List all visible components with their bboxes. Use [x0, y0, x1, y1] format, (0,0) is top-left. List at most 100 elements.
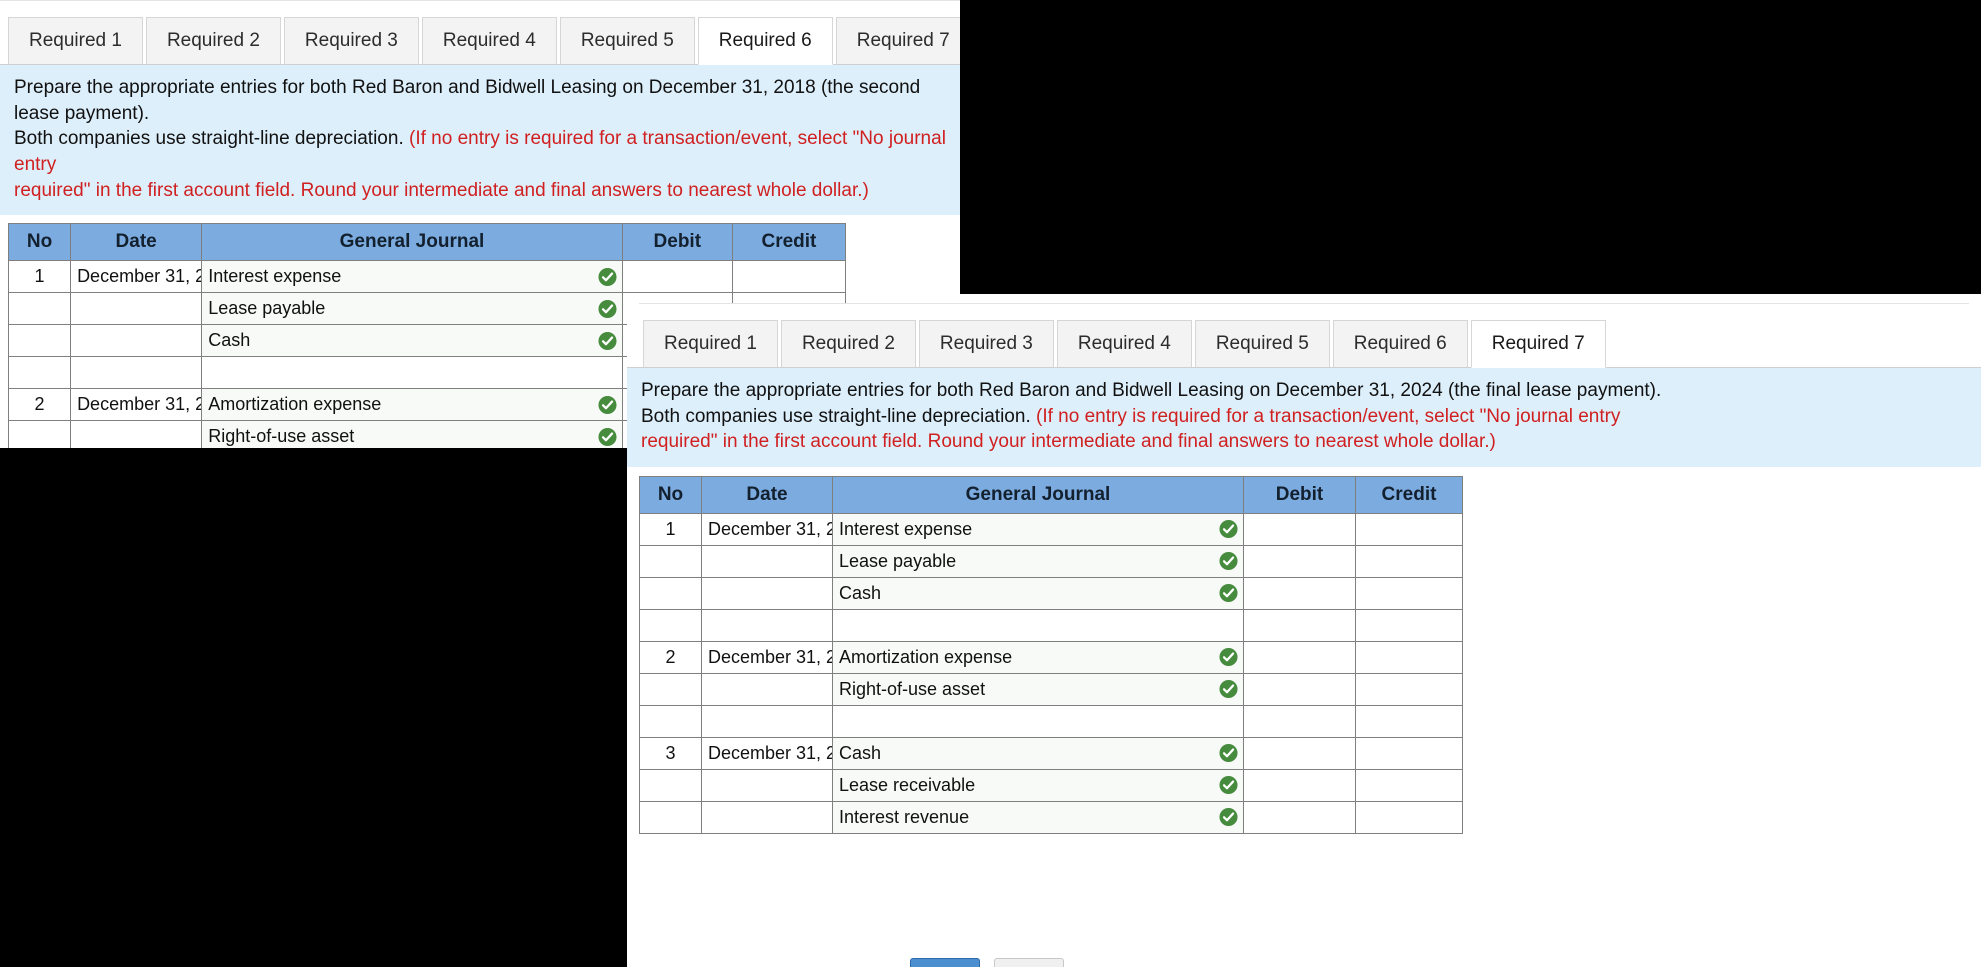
- required7-tab-5[interactable]: Required 5: [1194, 320, 1330, 368]
- required7-row[interactable]: Interest revenue: [639, 800, 1463, 834]
- required6-cell-debit[interactable]: [621, 260, 733, 294]
- required7-row[interactable]: Cash: [639, 576, 1463, 610]
- required7-cell-credit[interactable]: [1355, 544, 1463, 578]
- required7-account-label: Lease receivable: [839, 774, 976, 795]
- required7-cell-debit[interactable]: [1243, 704, 1356, 738]
- required7-row[interactable]: Lease receivable: [639, 768, 1463, 802]
- required6-tab-3[interactable]: Required 3: [283, 17, 419, 65]
- required7-cell-date[interactable]: [701, 608, 833, 642]
- required7-cell-account[interactable]: Interest expense: [832, 512, 1244, 546]
- required7-cell-account[interactable]: Right-of-use asset: [832, 672, 1244, 706]
- required6-cell-account[interactable]: Cash: [201, 324, 623, 358]
- required7-cell-debit[interactable]: [1243, 544, 1356, 578]
- instruction-line-3-hint-front: required" in the first account field. Ro…: [641, 431, 1496, 453]
- check-circle-icon: [1219, 680, 1238, 699]
- required7-cell-account[interactable]: [832, 608, 1244, 642]
- required6-tab-6[interactable]: Required 6: [697, 17, 833, 65]
- required6-cell-no: [7, 292, 72, 326]
- instruction-line-2: Both companies use straight-line depreci…: [14, 126, 961, 177]
- required7-cell-date[interactable]: [701, 704, 833, 738]
- required7-row[interactable]: 1December 31, 202 Interest expense: [639, 512, 1463, 546]
- required7-cell-debit[interactable]: [1243, 768, 1356, 802]
- required7-tab-4[interactable]: Required 4: [1056, 320, 1192, 368]
- primary-action-button[interactable]: [910, 958, 980, 967]
- occlusion-block-top-right: [960, 0, 1981, 294]
- required6-tab-7[interactable]: Required 7: [835, 17, 971, 65]
- required7-cell-credit[interactable]: [1355, 704, 1463, 738]
- required7-row[interactable]: Lease payable: [639, 544, 1463, 578]
- required7-row[interactable]: Right-of-use asset: [639, 672, 1463, 706]
- required7-cell-date[interactable]: [701, 800, 833, 834]
- required7-cell-date[interactable]: December 31, 202: [701, 640, 833, 674]
- required7-tab-7[interactable]: Required 7: [1470, 320, 1606, 368]
- check-circle-icon: [598, 395, 617, 414]
- required7-cell-debit[interactable]: [1243, 640, 1356, 674]
- required6-cell-date[interactable]: [70, 356, 203, 390]
- required7-cell-account[interactable]: Lease receivable: [832, 768, 1244, 802]
- required7-cell-date[interactable]: December 31, 202: [701, 736, 833, 770]
- required7-cell-debit[interactable]: [1243, 576, 1356, 610]
- required7-cell-account[interactable]: Cash: [832, 576, 1244, 610]
- required7-cell-date[interactable]: [701, 576, 833, 610]
- required7-cell-credit[interactable]: [1355, 640, 1463, 674]
- required7-tab-2[interactable]: Required 2: [780, 320, 916, 368]
- required-7-panel: Required 1 Required 2 Required 3 Required 4…: [627, 303, 1981, 967]
- required6-cell-credit[interactable]: [731, 260, 847, 294]
- required7-cell-credit[interactable]: [1355, 736, 1463, 770]
- required6-row[interactable]: 1December 31, 201Interest expense: [7, 260, 847, 294]
- required7-tab-6[interactable]: Required 6: [1332, 320, 1468, 368]
- required7-cell-debit[interactable]: [1243, 736, 1356, 770]
- required7-cell-credit[interactable]: [1355, 576, 1463, 610]
- required6-tab-4[interactable]: Required 4: [421, 17, 557, 65]
- required7-cell-account[interactable]: [832, 704, 1244, 738]
- required7-cell-account[interactable]: Lease payable: [832, 544, 1244, 578]
- required7-cell-date[interactable]: December 31, 202: [701, 512, 833, 546]
- journal-table-required-7[interactable]: No Date General Journal Debit Credit 1 Decemb…: [639, 475, 1463, 834]
- instruction-box-required-6: Prepare the appropriate entries for both…: [0, 65, 975, 216]
- required6-cell-account[interactable]: Amortization expense: [201, 388, 623, 422]
- tab-strip-required-7[interactable]: Required 1 Required 2 Required 3 Required 4…: [627, 308, 1981, 368]
- required7-tab-1[interactable]: Required 1: [643, 320, 778, 368]
- journal-table-wrap-required-7: No Date General Journal Debit Credit 1 Decemb…: [627, 467, 1981, 834]
- required6-col-header-credit: Credit: [731, 223, 847, 262]
- required7-cell-debit[interactable]: [1243, 608, 1356, 642]
- required7-cell-account[interactable]: Interest revenue: [832, 800, 1244, 834]
- required7-cell-date[interactable]: [701, 544, 833, 578]
- required6-tab-1[interactable]: Required 1: [8, 17, 143, 65]
- tab-strip-required-6[interactable]: Required 1 Required 2 Required 3 Required 4…: [0, 5, 975, 65]
- required7-cell-no: [639, 576, 702, 610]
- required6-cell-account[interactable]: Interest expense: [201, 260, 623, 294]
- required7-cell-account[interactable]: Cash: [832, 736, 1244, 770]
- required7-row[interactable]: 2December 31, 202 Amortization expense: [639, 640, 1463, 674]
- required7-cell-credit[interactable]: [1355, 512, 1463, 546]
- required7-row[interactable]: [639, 704, 1463, 738]
- required7-cell-account[interactable]: Amortization expense: [832, 640, 1244, 674]
- required7-cell-debit[interactable]: [1243, 672, 1356, 706]
- required7-cell-credit[interactable]: [1355, 608, 1463, 642]
- required7-row[interactable]: 3December 31, 202 Cash: [639, 736, 1463, 770]
- required7-tab-3[interactable]: Required 3: [918, 320, 1054, 368]
- required6-cell-date[interactable]: [70, 292, 203, 326]
- required6-tab-2[interactable]: Required 2: [145, 17, 281, 65]
- required6-col-header-no: No: [7, 223, 72, 262]
- required7-cell-credit[interactable]: [1355, 800, 1463, 834]
- required6-cell-account[interactable]: [201, 356, 623, 390]
- required7-col-header-general-journal: General Journal: [832, 475, 1244, 514]
- secondary-action-button[interactable]: [994, 958, 1064, 967]
- required7-cell-no: [639, 800, 702, 834]
- check-circle-icon: [1219, 808, 1238, 827]
- required7-cell-debit[interactable]: [1243, 512, 1356, 546]
- required6-cell-date[interactable]: [70, 324, 203, 358]
- required7-cell-credit[interactable]: [1355, 768, 1463, 802]
- required7-cell-date[interactable]: [701, 768, 833, 802]
- required7-cell-date[interactable]: [701, 672, 833, 706]
- required7-cell-credit[interactable]: [1355, 672, 1463, 706]
- required7-cell-debit[interactable]: [1243, 800, 1356, 834]
- required6-tab-5[interactable]: Required 5: [559, 17, 695, 65]
- required6-cell-account[interactable]: Lease payable: [201, 292, 623, 326]
- journal-body-required-7[interactable]: 1December 31, 202Interest expenseLease p…: [639, 512, 1463, 834]
- required6-cell-date[interactable]: December 31, 201: [70, 260, 203, 294]
- required6-cell-no: 2: [7, 388, 72, 422]
- required6-cell-date[interactable]: December 31, 201: [70, 388, 203, 422]
- required7-row[interactable]: [639, 608, 1463, 642]
